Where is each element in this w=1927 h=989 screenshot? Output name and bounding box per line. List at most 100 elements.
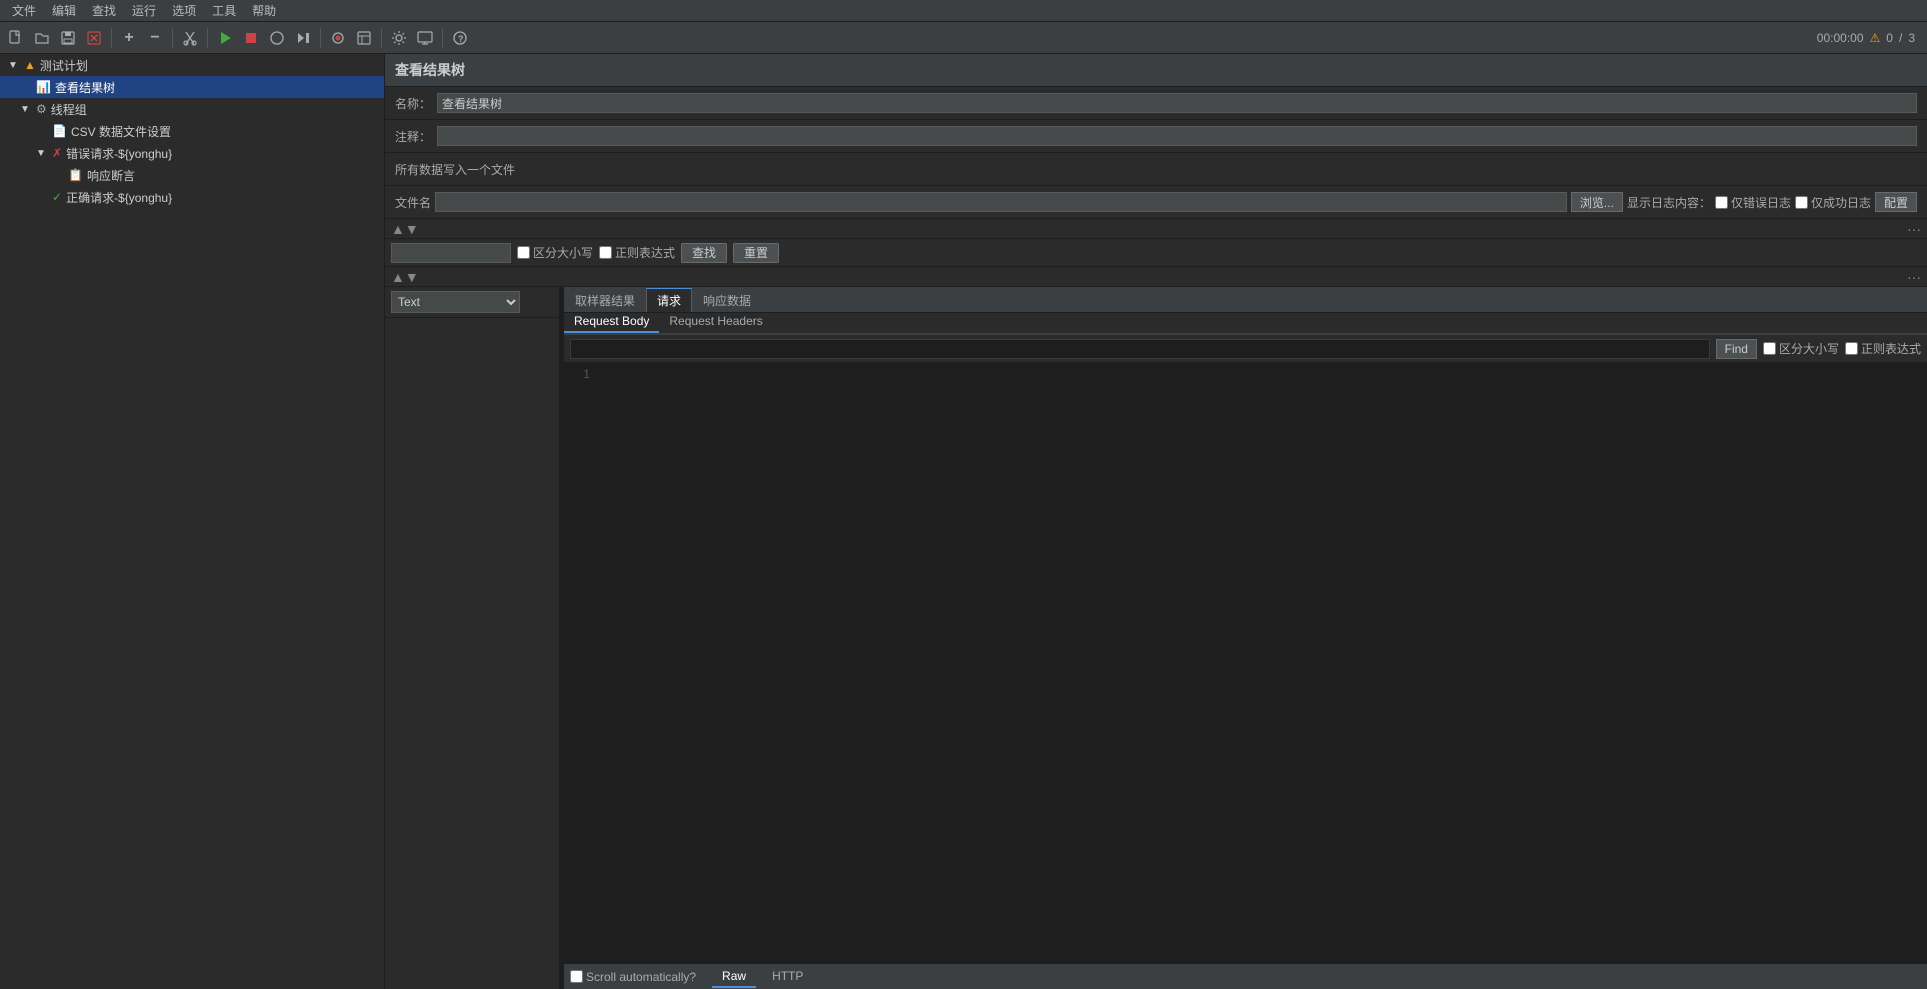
results-case-text: 区分大小写	[1779, 340, 1839, 357]
toolbar: + − ? 00:00:00 ⚠ 0 / 3	[0, 22, 1927, 54]
template-button[interactable]	[352, 26, 376, 50]
menu-help[interactable]: 帮助	[244, 0, 284, 21]
menu-edit[interactable]: 编辑	[44, 0, 84, 21]
file-label: 文件名	[395, 194, 431, 211]
results-search-input[interactable]	[570, 339, 1710, 359]
success-log-label[interactable]: 仅成功日志	[1795, 194, 1871, 211]
case-sensitive-checkbox[interactable]	[517, 246, 530, 259]
content-area: Text RegExp Tester XPath Tester JSON Pat…	[385, 287, 1927, 989]
results-case-label[interactable]: 区分大小写	[1763, 340, 1839, 357]
menu-run[interactable]: 运行	[124, 0, 164, 21]
more-icon-1[interactable]: ···	[1907, 221, 1921, 237]
results-case-checkbox[interactable]	[1763, 342, 1776, 355]
browse-button[interactable]: 浏览...	[1571, 192, 1623, 212]
tree-item-success-request[interactable]: ✓ 正确请求-${yonghu}	[0, 186, 384, 208]
stop-button[interactable]	[239, 26, 263, 50]
tree-item-test-plan[interactable]: ▼ ▲ 测试计划	[0, 54, 384, 76]
scroll-auto-text: Scroll automatically?	[586, 970, 696, 984]
name-input[interactable]	[437, 93, 1917, 113]
scroll-auto-label[interactable]: Scroll automatically?	[570, 970, 696, 984]
bottom-tab-http-label: HTTP	[772, 969, 803, 983]
icon-csv: 📄	[52, 124, 67, 138]
arrow-thread-group: ▼	[20, 104, 32, 115]
sub-tab-request-headers[interactable]: Request Headers	[659, 311, 772, 333]
menu-file[interactable]: 文件	[4, 0, 44, 21]
settings-button[interactable]	[387, 26, 411, 50]
record-button[interactable]	[326, 26, 350, 50]
file-section: 文件名 浏览... 显示日志内容： 仅错误日志 仅成功日志 配置	[385, 186, 1927, 219]
monitor-button[interactable]	[413, 26, 437, 50]
file-input[interactable]	[435, 192, 1567, 212]
search-input-main[interactable]	[391, 243, 511, 263]
error-log-checkbox[interactable]	[1715, 196, 1728, 209]
icon-view-results: 📊	[36, 80, 51, 94]
results-find-button[interactable]: Find	[1716, 339, 1757, 359]
arrow-assert	[52, 170, 64, 181]
resume-button[interactable]	[291, 26, 315, 50]
sep5	[381, 28, 382, 48]
icon-assert: 📋	[68, 168, 83, 182]
bottom-bar: Scroll automatically? Raw HTTP	[564, 963, 1927, 989]
comment-input[interactable]	[437, 126, 1917, 146]
bottom-tab-http[interactable]: HTTP	[762, 966, 813, 988]
results-regex-text: 正则表达式	[1861, 340, 1921, 357]
bottom-tab-raw[interactable]: Raw	[712, 966, 756, 988]
tab-response-label: 响应数据	[703, 292, 751, 309]
error-log-label[interactable]: 仅错误日志	[1715, 194, 1791, 211]
arrow-success-req	[36, 192, 48, 203]
more-icon-2[interactable]: ···	[1907, 269, 1921, 285]
tree-item-error-request[interactable]: ▼ ✗ 错误请求-${yonghu}	[0, 142, 384, 164]
file-row: 文件名 浏览... 显示日志内容： 仅错误日志 仅成功日志 配置	[395, 190, 1917, 214]
count-separator: /	[1899, 31, 1902, 45]
reset-btn-main[interactable]: 重置	[733, 243, 779, 263]
remove-button[interactable]: −	[143, 26, 167, 50]
code-content[interactable]	[594, 363, 1927, 963]
tree-item-view-results[interactable]: 📊 查看结果树	[0, 76, 384, 98]
success-log-checkbox[interactable]	[1795, 196, 1808, 209]
sub-tab-body-label: Request Body	[574, 314, 649, 328]
clear-button[interactable]	[265, 26, 289, 50]
close-button[interactable]	[82, 26, 106, 50]
tree-item-thread-group[interactable]: ▼ ⚙ 线程组	[0, 98, 384, 120]
new-button[interactable]	[4, 26, 28, 50]
results-regex-label[interactable]: 正则表达式	[1845, 340, 1921, 357]
icon-thread-group: ⚙	[36, 102, 47, 116]
regex-label[interactable]: 正则表达式	[599, 244, 675, 261]
comment-row: 注释：	[395, 124, 1917, 148]
arrow-view-results	[20, 82, 32, 93]
cut-button[interactable]	[178, 26, 202, 50]
regex-checkbox[interactable]	[599, 246, 612, 259]
tab-request[interactable]: 请求	[646, 288, 692, 312]
sub-tab-request-body[interactable]: Request Body	[564, 311, 659, 333]
results-regex-checkbox[interactable]	[1845, 342, 1858, 355]
menu-find[interactable]: 查找	[84, 0, 124, 21]
icon-error-req: ✗	[52, 146, 62, 160]
expand-icon-2[interactable]: ▲▼	[391, 269, 419, 285]
expand-icon-1[interactable]: ▲▼	[391, 221, 419, 237]
warning-icon: ⚠	[1870, 31, 1881, 45]
icon-test-plan: ▲	[24, 58, 36, 72]
tree-item-csv-setup[interactable]: 📄 CSV 数据文件设置	[0, 120, 384, 142]
log-label: 显示日志内容：	[1627, 194, 1711, 211]
sub-tab-headers-label: Request Headers	[669, 314, 762, 328]
sampler-content	[385, 318, 559, 989]
scroll-auto-checkbox[interactable]	[570, 970, 583, 983]
tree-item-assert[interactable]: 📋 响应断言	[0, 164, 384, 186]
label-assert: 响应断言	[87, 167, 135, 184]
line-1: 1	[568, 367, 590, 381]
case-sensitive-label[interactable]: 区分大小写	[517, 244, 593, 261]
format-select[interactable]: Text RegExp Tester XPath Tester JSON Pat…	[391, 291, 520, 313]
menu-tools[interactable]: 工具	[204, 0, 244, 21]
label-error-req: 错误请求-${yonghu}	[66, 145, 172, 162]
save-button[interactable]	[56, 26, 80, 50]
tab-response-data[interactable]: 响应数据	[692, 288, 762, 312]
add-button[interactable]: +	[117, 26, 141, 50]
case-sensitive-text: 区分大小写	[533, 244, 593, 261]
open-button[interactable]	[30, 26, 54, 50]
help-button[interactable]: ?	[448, 26, 472, 50]
run-button[interactable]	[213, 26, 237, 50]
config-button[interactable]: 配置	[1875, 192, 1917, 212]
find-btn-main[interactable]: 查找	[681, 243, 727, 263]
menu-options[interactable]: 选项	[164, 0, 204, 21]
tab-sampler-results[interactable]: 取样器结果	[564, 288, 646, 312]
